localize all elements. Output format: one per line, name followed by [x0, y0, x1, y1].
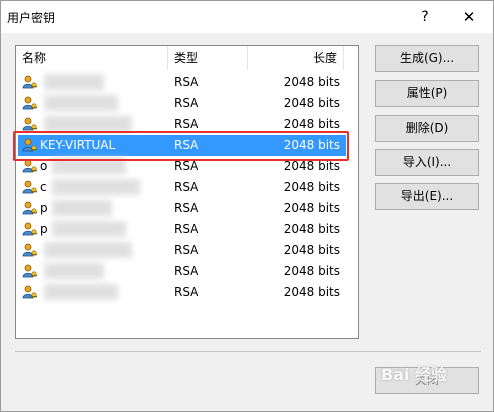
key-type: RSA [174, 243, 199, 257]
redaction-blur [52, 179, 140, 195]
table-row[interactable]: p RSA 2048 bits [18, 219, 346, 240]
table-row[interactable]: RSA 2048 bits [18, 93, 346, 114]
key-length: 2048 bits [283, 96, 340, 110]
key-length: 2048 bits [283, 159, 340, 173]
key-length: 2048 bits [283, 264, 340, 278]
key-type: RSA [174, 180, 199, 194]
help-button[interactable]: ? [413, 5, 437, 29]
import-button[interactable]: 导入(I)... [375, 149, 479, 176]
key-type: RSA [174, 264, 199, 278]
user-key-icon [22, 284, 38, 300]
user-key-icon [22, 116, 38, 132]
title-bar: 用户密钥 ? ✕ [1, 1, 493, 33]
user-key-icon [22, 179, 38, 195]
redaction-blur [44, 284, 118, 300]
user-key-icon [22, 242, 38, 258]
key-length: 2048 bits [283, 117, 340, 131]
redaction-blur [52, 200, 112, 216]
table-row[interactable]: RSA 2048 bits [18, 282, 346, 303]
table-row[interactable]: p RSA 2048 bits [18, 198, 346, 219]
watermark: Bai 经验 [381, 365, 448, 384]
close-icon[interactable]: ✕ [457, 5, 481, 29]
redaction-blur [44, 116, 132, 132]
redaction-blur [44, 263, 104, 279]
highlight-box [13, 131, 349, 161]
dialog-title: 用户密钥 [7, 11, 56, 25]
user-key-icon [22, 200, 38, 216]
export-button[interactable]: 导出(E)... [375, 183, 479, 210]
key-type: RSA [174, 285, 199, 299]
table-row[interactable]: RSA 2048 bits [18, 240, 346, 261]
delete-button[interactable]: 删除(D) [375, 115, 479, 142]
key-length: 2048 bits [283, 201, 340, 215]
redaction-blur [44, 74, 104, 90]
redaction-blur [44, 242, 132, 258]
divider [15, 351, 481, 352]
redaction-blur [52, 221, 126, 237]
key-type: RSA [174, 222, 199, 236]
column-header-type[interactable]: 类型 [168, 46, 248, 70]
user-keys-dialog: 用户密钥 ? ✕ 名称 类型 长度 RSA 2048 bits RSA 2048 bi… [0, 0, 494, 412]
user-key-icon [22, 74, 38, 90]
redaction-blur [44, 95, 118, 111]
key-length: 2048 bits [283, 285, 340, 299]
key-type: RSA [174, 96, 199, 110]
table-row[interactable]: c RSA 2048 bits [18, 177, 346, 198]
user-key-icon [22, 263, 38, 279]
properties-button[interactable]: 属性(P) [375, 80, 479, 107]
key-type: RSA [174, 201, 199, 215]
list-header: 名称 类型 长度 [16, 46, 358, 70]
column-header-length[interactable]: 长度 [248, 46, 344, 70]
key-list[interactable]: 名称 类型 长度 RSA 2048 bits RSA 2048 bits RSA 2048… [15, 45, 359, 339]
table-row[interactable]: RSA 2048 bits [18, 72, 346, 93]
key-type: RSA [174, 117, 199, 131]
key-type: RSA [174, 159, 199, 173]
user-key-icon [22, 221, 38, 237]
table-row[interactable]: RSA 2048 bits [18, 261, 346, 282]
key-length: 2048 bits [283, 243, 340, 257]
generate-button[interactable]: 生成(G)... [375, 45, 479, 72]
user-key-icon [22, 95, 38, 111]
key-type: RSA [174, 75, 199, 89]
key-length: 2048 bits [283, 222, 340, 236]
column-header-name[interactable]: 名称 [16, 46, 168, 70]
key-length: 2048 bits [283, 75, 340, 89]
key-length: 2048 bits [283, 180, 340, 194]
